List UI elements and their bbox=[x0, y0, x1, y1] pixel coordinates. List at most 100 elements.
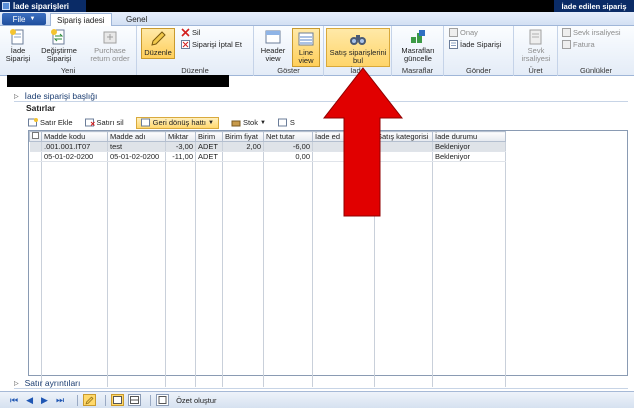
cell-net-amount[interactable]: 0,00 bbox=[263, 151, 313, 162]
column-header[interactable]: Madde adı bbox=[107, 131, 166, 142]
next-record-icon[interactable]: ▶ bbox=[41, 395, 48, 406]
packing-slip-icon bbox=[529, 29, 542, 45]
journal-packing-slip-icon bbox=[562, 28, 571, 37]
cell-net-amount[interactable]: -6,00 bbox=[263, 141, 313, 152]
new-exchange-order-button[interactable]: Değiştirme Siparişi bbox=[38, 28, 80, 63]
column-header[interactable]: Madde kodu bbox=[41, 131, 108, 142]
grid-view-toggle[interactable] bbox=[111, 394, 125, 406]
window-title: İade siparişleri bbox=[13, 1, 70, 11]
generate-packing-slip-button[interactable]: Sevk irsaliyesi bbox=[518, 28, 554, 63]
return-order-icon bbox=[449, 40, 458, 49]
summary-toggle[interactable] bbox=[156, 394, 170, 406]
column-header[interactable]: İade durumu bbox=[432, 131, 506, 142]
ribbon-group-send-label: Gönder bbox=[465, 66, 492, 75]
ribbon-tabs: File ▼ Sipariş iadesi Genel bbox=[0, 12, 634, 26]
column-header[interactable]: Net tutar bbox=[263, 131, 313, 142]
cell-return-status[interactable]: Bekleniyor bbox=[432, 141, 506, 152]
cell-quantity[interactable]: -11,00 bbox=[165, 151, 196, 162]
stock-menu-button[interactable]: Stok ▼ bbox=[231, 118, 266, 127]
cell-unit-price[interactable] bbox=[222, 151, 264, 162]
update-expenses-label: Masrafları güncelle bbox=[401, 46, 435, 63]
cancel-order-icon bbox=[181, 40, 190, 49]
row-selector[interactable] bbox=[29, 141, 42, 152]
edit-mode-toggle[interactable] bbox=[83, 394, 97, 406]
last-record-icon[interactable]: ⏭ bbox=[56, 395, 64, 406]
return-line-menu-button[interactable]: Geri dönüş hattı ▼ bbox=[135, 116, 219, 129]
return-line-label: Geri dönüş hattı bbox=[152, 118, 206, 127]
ribbon-group-generate: Sevk irsaliyesi Üret bbox=[514, 26, 558, 76]
binoculars-icon bbox=[350, 35, 366, 45]
ribbon-group-journals-label: Günlükler bbox=[579, 66, 613, 75]
section-header-label: İade siparişi başlığı bbox=[24, 91, 98, 101]
approval-button[interactable]: Onay bbox=[449, 28, 478, 37]
approval-label: Onay bbox=[460, 28, 478, 37]
first-record-icon[interactable]: ⏮ bbox=[10, 395, 18, 406]
find-sales-orders-button[interactable]: Satış siparişlerini bul bbox=[326, 28, 390, 67]
new-return-order-button[interactable]: İade Siparişi bbox=[4, 28, 32, 63]
journal-invoice-button[interactable]: Fatura bbox=[562, 40, 595, 49]
tab-genel[interactable]: Genel bbox=[120, 13, 153, 26]
ribbon-group-edit: Düzenle Sil Siparişi İptal Et Düzenle bbox=[137, 26, 254, 76]
cell-unit[interactable]: ADET bbox=[195, 151, 223, 162]
cancel-order-button[interactable]: Siparişi İptal Et bbox=[181, 40, 242, 49]
cancel-order-label: Siparişi İptal Et bbox=[192, 40, 243, 49]
journal-invoice-label: Fatura bbox=[573, 40, 595, 49]
table-row[interactable]: .001.001.IT07 test -3,00 ADET 2,00 -6,00… bbox=[29, 141, 506, 152]
add-line-icon bbox=[28, 118, 38, 127]
annotation-arrow-icon bbox=[322, 67, 404, 217]
stock-label: Stok bbox=[242, 118, 258, 127]
delete-button[interactable]: Sil bbox=[181, 28, 200, 37]
row-selector[interactable] bbox=[29, 151, 42, 162]
more-toolbar-button[interactable]: S bbox=[277, 118, 295, 127]
cell-item-name[interactable]: test bbox=[107, 141, 166, 152]
cell-item-code[interactable]: .001.001.IT07 bbox=[41, 141, 108, 152]
tab-siparis-iadesi[interactable]: Sipariş iadesi bbox=[50, 13, 112, 26]
window-icon bbox=[2, 2, 10, 10]
delete-line-label: Satırı sil bbox=[96, 118, 124, 127]
cell-unit[interactable]: ADET bbox=[195, 141, 223, 152]
chevron-down-icon: ▼ bbox=[259, 119, 266, 126]
section-lines-title: Satırlar bbox=[26, 103, 56, 113]
column-header[interactable]: Birim fiyat bbox=[222, 131, 264, 142]
delete-line-button[interactable]: Satırı sil bbox=[84, 118, 124, 127]
exchange-document-icon bbox=[51, 29, 65, 45]
chevron-down-icon: ▼ bbox=[207, 119, 214, 126]
pencil-icon bbox=[85, 396, 94, 404]
ribbon-group-show-label: Göster bbox=[277, 66, 300, 75]
purchase-return-order-button[interactable]: Purchase return order bbox=[86, 28, 134, 63]
ribbon-group-new-label: Yeni bbox=[60, 66, 76, 75]
return-line-icon bbox=[140, 118, 150, 127]
file-menu-button[interactable]: File ▼ bbox=[2, 13, 46, 25]
edit-button[interactable]: Düzenle bbox=[141, 28, 175, 59]
select-all-column[interactable] bbox=[29, 131, 42, 142]
column-header[interactable]: Birim bbox=[195, 131, 223, 142]
send-return-order-button[interactable]: İade Siparişi bbox=[449, 40, 501, 49]
table-row[interactable]: 05-01-02-0200 05-01-02-0200 -11,00 ADET … bbox=[29, 151, 506, 162]
previous-record-icon[interactable]: ◀ bbox=[26, 395, 33, 406]
cell-item-code[interactable]: 05-01-02-0200 bbox=[41, 151, 108, 162]
detail-view-toggle[interactable] bbox=[128, 394, 142, 406]
section-line-details[interactable]: ▷ Satır ayrıntıları bbox=[14, 378, 80, 388]
section-header[interactable]: ▷ İade siparişi başlığı bbox=[14, 91, 97, 101]
expenses-icon bbox=[411, 30, 425, 43]
cell-return-status[interactable]: Bekleniyor bbox=[432, 151, 506, 162]
header-view-button[interactable]: Header view bbox=[258, 28, 288, 63]
redacted-bar bbox=[7, 75, 229, 87]
add-line-button[interactable]: Satır Ekle bbox=[28, 118, 73, 127]
update-expenses-button[interactable]: Masrafları güncelle bbox=[396, 28, 440, 63]
cell-item-name[interactable]: 05-01-02-0200 bbox=[107, 151, 166, 162]
grid-header-row: Madde kodu Madde adı Miktar Birim Birim … bbox=[29, 131, 506, 142]
ribbon-group-new: İade Siparişi Değiştirme Siparişi Purcha… bbox=[0, 26, 137, 76]
record-navigation-bar: ⏮ ◀ ▶ ⏭ Özet oluştur bbox=[0, 391, 634, 408]
edit-label: Düzenle bbox=[144, 48, 172, 57]
cell-quantity[interactable]: -3,00 bbox=[165, 141, 196, 152]
cell-unit-price[interactable]: 2,00 bbox=[222, 141, 264, 152]
pencil-icon bbox=[151, 31, 166, 46]
line-view-button[interactable]: Line view bbox=[292, 28, 320, 67]
select-all-checkbox[interactable] bbox=[32, 132, 39, 139]
journal-packing-slip-button[interactable]: Sevk irsaliyesi bbox=[562, 28, 621, 37]
ribbon-group-generate-label: Üret bbox=[528, 66, 543, 75]
purchase-return-icon bbox=[103, 31, 117, 44]
column-header[interactable]: Miktar bbox=[165, 131, 196, 142]
more-icon bbox=[277, 118, 287, 127]
